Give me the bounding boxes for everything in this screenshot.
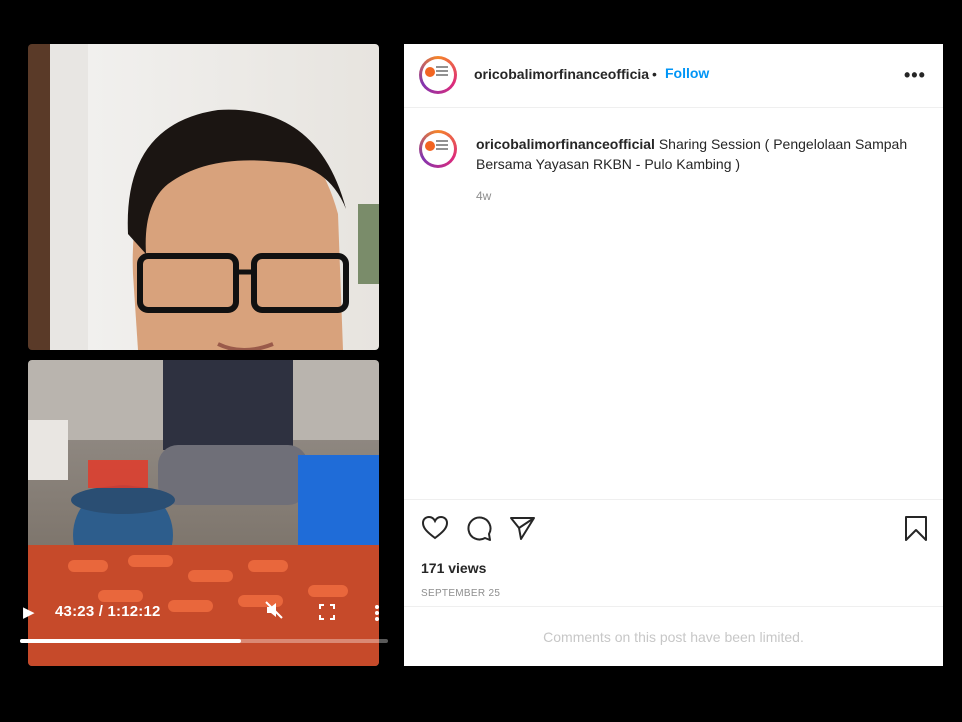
follow-button[interactable]: Follow [665,65,709,81]
comments-divider [404,606,943,607]
header-separator: • [652,66,657,82]
video-player[interactable]: ▶ 43:23 / 1:12:12 [18,44,388,666]
video-options-icon[interactable] [374,604,380,622]
actions-divider [404,499,943,500]
header-username[interactable]: oricobalimorfinanceofficial [474,66,650,82]
video-progress-bar[interactable] [20,639,388,643]
play-icon[interactable]: ▶ [23,603,35,621]
more-icon[interactable]: ••• [904,65,926,86]
comment-icon[interactable] [465,514,493,542]
caption-username[interactable]: oricobalimorfinanceofficial [476,136,655,152]
post-panel: oricobalimorfinanceofficial • Follow •••… [404,44,943,666]
video-progress-fill [20,639,241,643]
video-time: 43:23 / 1:12:12 [55,603,161,620]
post-age[interactable]: 4w [476,189,491,203]
view-count[interactable]: 171 views [421,560,486,576]
fullscreen-icon[interactable] [319,604,335,620]
bookmark-icon[interactable] [902,514,930,542]
video-frame-bottom [28,360,379,666]
video-frame-top [28,44,379,350]
avatar[interactable] [419,56,457,94]
post-header: oricobalimorfinanceofficial • Follow ••• [404,44,943,108]
comments-limited-notice: Comments on this post have been limited. [543,629,804,645]
heart-icon[interactable] [421,514,449,542]
share-icon[interactable] [508,514,536,542]
post-caption: oricobalimorfinanceofficial Sharing Sess… [476,134,931,174]
post-date: SEPTEMBER 25 [421,588,501,599]
mute-icon[interactable] [264,600,284,620]
caption-avatar[interactable] [419,130,457,168]
